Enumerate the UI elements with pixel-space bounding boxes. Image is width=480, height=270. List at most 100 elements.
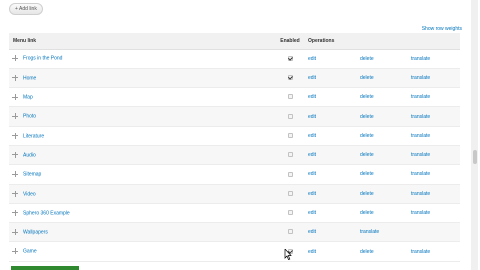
enabled-cell — [272, 106, 308, 127]
drag-handle-icon[interactable] — [12, 190, 18, 197]
table-row: Home edit delete translate — [9, 68, 461, 89]
delete-link[interactable]: delete — [360, 191, 374, 197]
operation-cell: translate — [411, 106, 461, 127]
edit-link[interactable]: edit — [308, 75, 316, 81]
operation-cell: delete — [360, 68, 411, 89]
translate-link[interactable]: translate — [411, 133, 430, 139]
translate-link[interactable]: translate — [411, 152, 430, 158]
operation-cell: delete — [360, 164, 411, 185]
table-row: Frogs in the Pond edit delete translate — [9, 49, 461, 69]
drag-handle-icon[interactable] — [12, 209, 18, 216]
enabled-checkbox[interactable] — [287, 229, 293, 235]
menu-link-title[interactable]: Map — [23, 94, 33, 100]
add-link-button[interactable]: + Add link — [9, 3, 43, 15]
operation-cell: translate — [411, 145, 461, 166]
drag-handle-icon[interactable] — [12, 151, 18, 158]
operation-cell: edit — [308, 68, 360, 89]
delete-link[interactable]: delete — [360, 133, 374, 139]
drag-handle-icon[interactable] — [12, 94, 18, 101]
enabled-checkbox[interactable] — [287, 171, 293, 177]
menu-link-title[interactable]: Sitemap — [23, 172, 41, 178]
operation-cell: translate — [411, 68, 461, 89]
edit-link[interactable]: edit — [308, 94, 316, 100]
enabled-cell — [272, 164, 308, 185]
operation-cell: edit — [308, 164, 360, 185]
enabled-checkbox[interactable] — [287, 133, 293, 138]
edit-link[interactable]: edit — [308, 114, 316, 120]
enabled-checkbox[interactable] — [287, 152, 293, 158]
translate-link[interactable]: translate — [411, 75, 430, 81]
edit-link[interactable]: edit — [308, 56, 316, 62]
enabled-checkbox[interactable] — [287, 113, 293, 119]
translate-link[interactable]: translate — [411, 94, 430, 100]
enabled-checkbox[interactable] — [287, 190, 293, 196]
menu-link-title[interactable]: Home — [23, 75, 36, 81]
menu-link-cell: Photo — [9, 106, 272, 127]
drag-handle-icon[interactable] — [12, 229, 18, 236]
save-button[interactable] — [11, 266, 79, 270]
drag-handle-icon[interactable] — [12, 74, 18, 81]
operation-cell: edit — [308, 49, 360, 69]
edit-link[interactable]: edit — [308, 249, 316, 255]
menu-link-title[interactable]: Sphero 360 Example — [23, 210, 70, 216]
edit-link[interactable]: edit — [308, 191, 316, 197]
edit-link[interactable]: edit — [308, 210, 316, 216]
edit-link[interactable]: edit — [308, 152, 316, 158]
enabled-checkbox[interactable] — [287, 75, 293, 81]
drag-handle-icon[interactable] — [12, 248, 18, 255]
operation-cell — [411, 222, 461, 243]
delete-link[interactable]: delete — [360, 75, 374, 81]
scrollbar-thumb[interactable] — [473, 150, 477, 164]
enabled-checkbox[interactable] — [287, 55, 293, 61]
edit-link[interactable]: edit — [308, 171, 316, 177]
enabled-cell — [272, 184, 308, 204]
menu-link-title[interactable]: Video — [23, 191, 36, 197]
operation-cell: edit — [308, 184, 360, 204]
translate-link[interactable]: translate — [411, 191, 430, 197]
menu-link-title[interactable]: Game — [23, 249, 37, 255]
translate-link[interactable]: translate — [411, 56, 430, 62]
delete-link[interactable]: delete — [360, 94, 374, 100]
drag-handle-icon[interactable] — [12, 132, 18, 139]
table-row: Game edit delete translate — [9, 241, 461, 262]
drag-handle-icon[interactable] — [12, 171, 18, 178]
operation-cell: translate — [411, 49, 461, 69]
delete-link[interactable]: delete — [360, 171, 374, 177]
operation-cell: edit — [308, 87, 360, 108]
delete-link[interactable]: delete — [360, 114, 374, 120]
table-body: Frogs in the Pond edit delete translate Home… — [9, 49, 461, 262]
operation-cell: edit — [308, 241, 360, 262]
menu-link-title[interactable]: Literature — [23, 133, 44, 139]
translate-link[interactable]: translate — [411, 249, 430, 255]
menu-link-cell: Wallpapers — [9, 222, 272, 243]
operation-cell: delete — [360, 184, 411, 204]
enabled-checkbox[interactable] — [287, 210, 293, 216]
edit-link[interactable]: edit — [308, 133, 316, 139]
menu-link-title[interactable]: Audio — [23, 152, 36, 158]
delete-link[interactable]: delete — [360, 210, 374, 216]
table-row: Sitemap edit delete translate — [9, 164, 461, 185]
drag-handle-icon[interactable] — [12, 55, 18, 62]
show-row-weights-link[interactable]: Show row weights — [422, 26, 462, 32]
operation-cell: translate — [411, 184, 461, 204]
translate-link[interactable]: translate — [411, 171, 430, 177]
operation-cell: translate — [411, 203, 461, 224]
operation-cell: delete — [360, 126, 411, 146]
drag-handle-icon[interactable] — [12, 113, 18, 120]
delete-link[interactable]: delete — [360, 56, 374, 62]
delete-link[interactable]: delete — [360, 249, 374, 255]
delete-link[interactable]: delete — [360, 152, 374, 158]
translate-link[interactable]: translate — [360, 229, 379, 235]
header-operations: Operations — [308, 33, 461, 50]
translate-link[interactable]: translate — [411, 210, 430, 216]
enabled-checkbox[interactable] — [287, 94, 293, 100]
table-row: Video edit delete translate — [9, 184, 461, 204]
vertical-scrollbar[interactable] — [471, 0, 478, 270]
menu-link-title[interactable]: Wallpapers — [23, 229, 48, 235]
operation-cell: delete — [360, 145, 411, 166]
menu-link-title[interactable]: Photo — [23, 114, 36, 120]
enabled-cell — [272, 145, 308, 166]
menu-link-title[interactable]: Frogs in the Pond — [23, 56, 62, 62]
translate-link[interactable]: translate — [411, 114, 430, 120]
edit-link[interactable]: edit — [308, 229, 316, 235]
